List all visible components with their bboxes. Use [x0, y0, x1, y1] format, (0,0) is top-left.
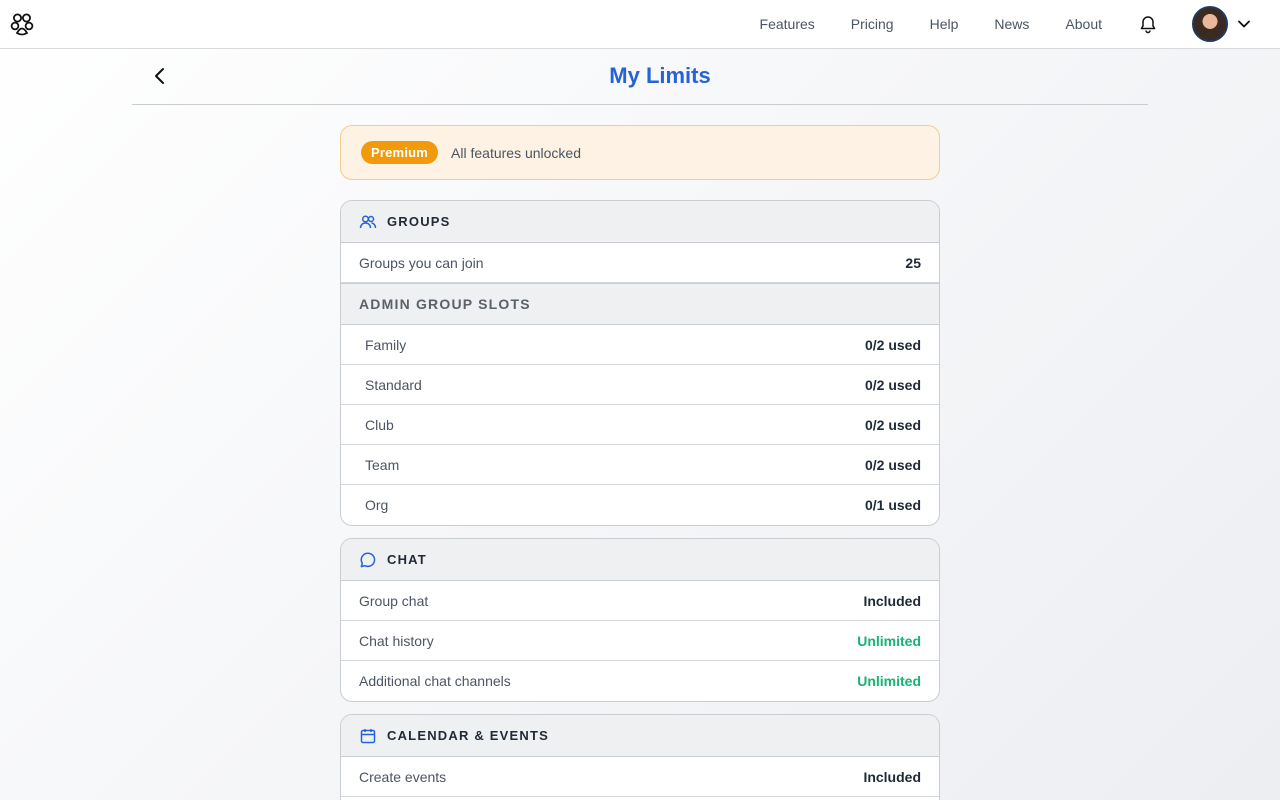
limit-value: 0/2 used	[864, 416, 921, 433]
groups-card-header: GROUPS	[341, 201, 939, 243]
groups-card-title: GROUPS	[387, 214, 451, 229]
limit-value: 0/1 used	[864, 497, 921, 513]
limit-row-chat-channels: Additional chat channels Unlimited	[341, 661, 939, 701]
limit-row-groups-join: Groups you can join 25	[341, 243, 939, 283]
chevron-down-icon[interactable]	[1236, 16, 1252, 32]
avatar[interactable]	[1192, 6, 1228, 42]
limit-label: Group chat	[359, 592, 429, 609]
users-icon	[359, 213, 377, 231]
limit-row-club: Club 0/2 used	[341, 405, 939, 445]
limit-row-chat-history: Chat history Unlimited	[341, 621, 939, 661]
limit-value: Unlimited	[857, 673, 921, 689]
chat-card-title: CHAT	[387, 552, 427, 567]
chat-bubble-icon	[359, 551, 377, 569]
premium-badge: Premium	[361, 141, 439, 164]
chat-card-header: CHAT	[341, 539, 939, 581]
nav-link-pricing[interactable]: Pricing	[851, 16, 894, 32]
limit-label: Family	[365, 336, 407, 353]
limit-label: Additional chat channels	[359, 673, 511, 689]
limit-row-create-events: Create events Included	[341, 757, 939, 797]
calendar-icon	[359, 727, 377, 745]
limit-label: Groups you can join	[359, 254, 484, 271]
limit-value: 0/2 used	[864, 456, 921, 473]
nav-link-features[interactable]: Features	[760, 16, 815, 32]
limit-label: Club	[365, 416, 394, 433]
nav-link-news[interactable]: News	[994, 16, 1029, 32]
limit-value: Included	[863, 592, 921, 609]
limit-value: 25	[905, 254, 921, 271]
account-menu[interactable]	[1192, 6, 1252, 42]
calendar-card-title: CALENDAR & EVENTS	[387, 728, 549, 743]
limit-row-org: Org 0/1 used	[341, 485, 939, 525]
nav-links: Features Pricing Help News About	[760, 0, 1280, 48]
limit-label: Create events	[359, 768, 447, 785]
chat-card: CHAT Group chat Included Chat history Un…	[340, 538, 940, 702]
limit-value: Unlimited	[857, 632, 921, 649]
limit-label: Chat history	[359, 632, 434, 649]
page-title: My Limits	[609, 63, 711, 88]
nav-link-about[interactable]: About	[1065, 16, 1102, 32]
limit-value: 0/2 used	[864, 336, 921, 353]
limit-label: Standard	[365, 376, 422, 393]
limit-value: 0/2 used	[864, 376, 921, 393]
limit-row-team: Team 0/2 used	[341, 445, 939, 485]
logo-icon[interactable]	[9, 11, 35, 37]
premium-banner-text: All features unlocked	[451, 144, 581, 161]
limit-label: Org	[365, 497, 389, 513]
limit-row-group-chat: Group chat Included	[341, 581, 939, 621]
calendar-card-header: CALENDAR & EVENTS	[341, 715, 939, 757]
admin-slots-subheader: ADMIN GROUP SLOTS	[341, 283, 939, 325]
limit-row-standard: Standard 0/2 used	[341, 365, 939, 405]
limit-value: Included	[863, 768, 921, 785]
header-divider	[132, 104, 1148, 105]
nav-link-help[interactable]: Help	[930, 16, 959, 32]
top-nav: Features Pricing Help News About	[0, 0, 1280, 49]
limit-row-family: Family 0/2 used	[341, 325, 939, 365]
groups-card: GROUPS Groups you can join 25 ADMIN GROU…	[340, 200, 940, 526]
calendar-card: CALENDAR & EVENTS Create events Included	[340, 714, 940, 800]
limit-label: Team	[365, 456, 400, 473]
bell-icon[interactable]	[1138, 14, 1158, 34]
premium-banner: Premium All features unlocked	[340, 125, 940, 180]
